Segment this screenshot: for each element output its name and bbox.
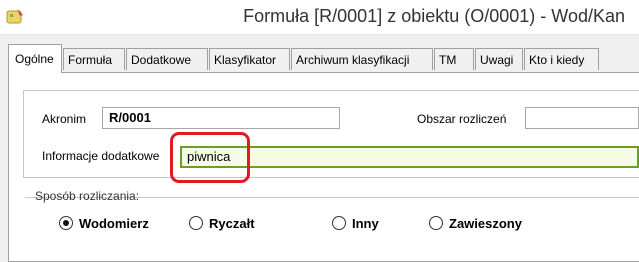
- akronim-field[interactable]: R/0001: [102, 107, 340, 129]
- informacje-dodatkowe-field[interactable]: piwnica: [180, 146, 639, 168]
- tab-kto-i-kiedy[interactable]: Kto i kiedy: [524, 48, 599, 70]
- tab-klasyfikator[interactable]: Klasyfikator: [209, 48, 290, 70]
- radio-inny[interactable]: Inny: [332, 216, 379, 234]
- obszar-rozliczen-label: Obszar rozliczeń: [417, 112, 507, 126]
- obszar-rozliczen-field[interactable]: [525, 107, 639, 129]
- radio-zawieszony[interactable]: Zawieszony: [429, 216, 522, 234]
- radio-wodomierz[interactable]: Wodomierz: [59, 216, 149, 234]
- tab-dodatkowe[interactable]: Dodatkowe: [126, 48, 208, 70]
- radio-inny-label: Inny: [352, 216, 379, 231]
- radio-empty-icon: [429, 216, 443, 230]
- title-bar: Formuła [R/0001] z obiektu (O/0001) - Wo…: [0, 0, 639, 35]
- akronim-label: Akronim: [42, 112, 87, 126]
- radio-zawieszony-label: Zawieszony: [449, 216, 522, 231]
- tab-tm[interactable]: TM: [434, 48, 474, 70]
- radio-ryczalt-label: Ryczałt: [209, 216, 255, 231]
- billing-method-title: Sposób rozliczania:: [35, 189, 140, 203]
- radio-selected-icon: [59, 216, 73, 230]
- tab-archiwum-klasyfikacji[interactable]: Archiwum klasyfikacji: [291, 48, 433, 70]
- radio-empty-icon: [189, 216, 203, 230]
- informacje-dodatkowe-label: Informacje dodatkowe: [42, 149, 160, 163]
- radio-wodomierz-label: Wodomierz: [79, 216, 149, 231]
- tab-formula[interactable]: Formuła: [63, 48, 125, 70]
- radio-empty-icon: [332, 216, 346, 230]
- radio-ryczalt[interactable]: Ryczałt: [189, 216, 255, 234]
- window-title: Formuła [R/0001] z obiektu (O/0001) - Wo…: [243, 6, 625, 26]
- tab-uwagi[interactable]: Uwagi: [475, 48, 523, 70]
- tab-ogolne[interactable]: Ogólne: [8, 44, 62, 73]
